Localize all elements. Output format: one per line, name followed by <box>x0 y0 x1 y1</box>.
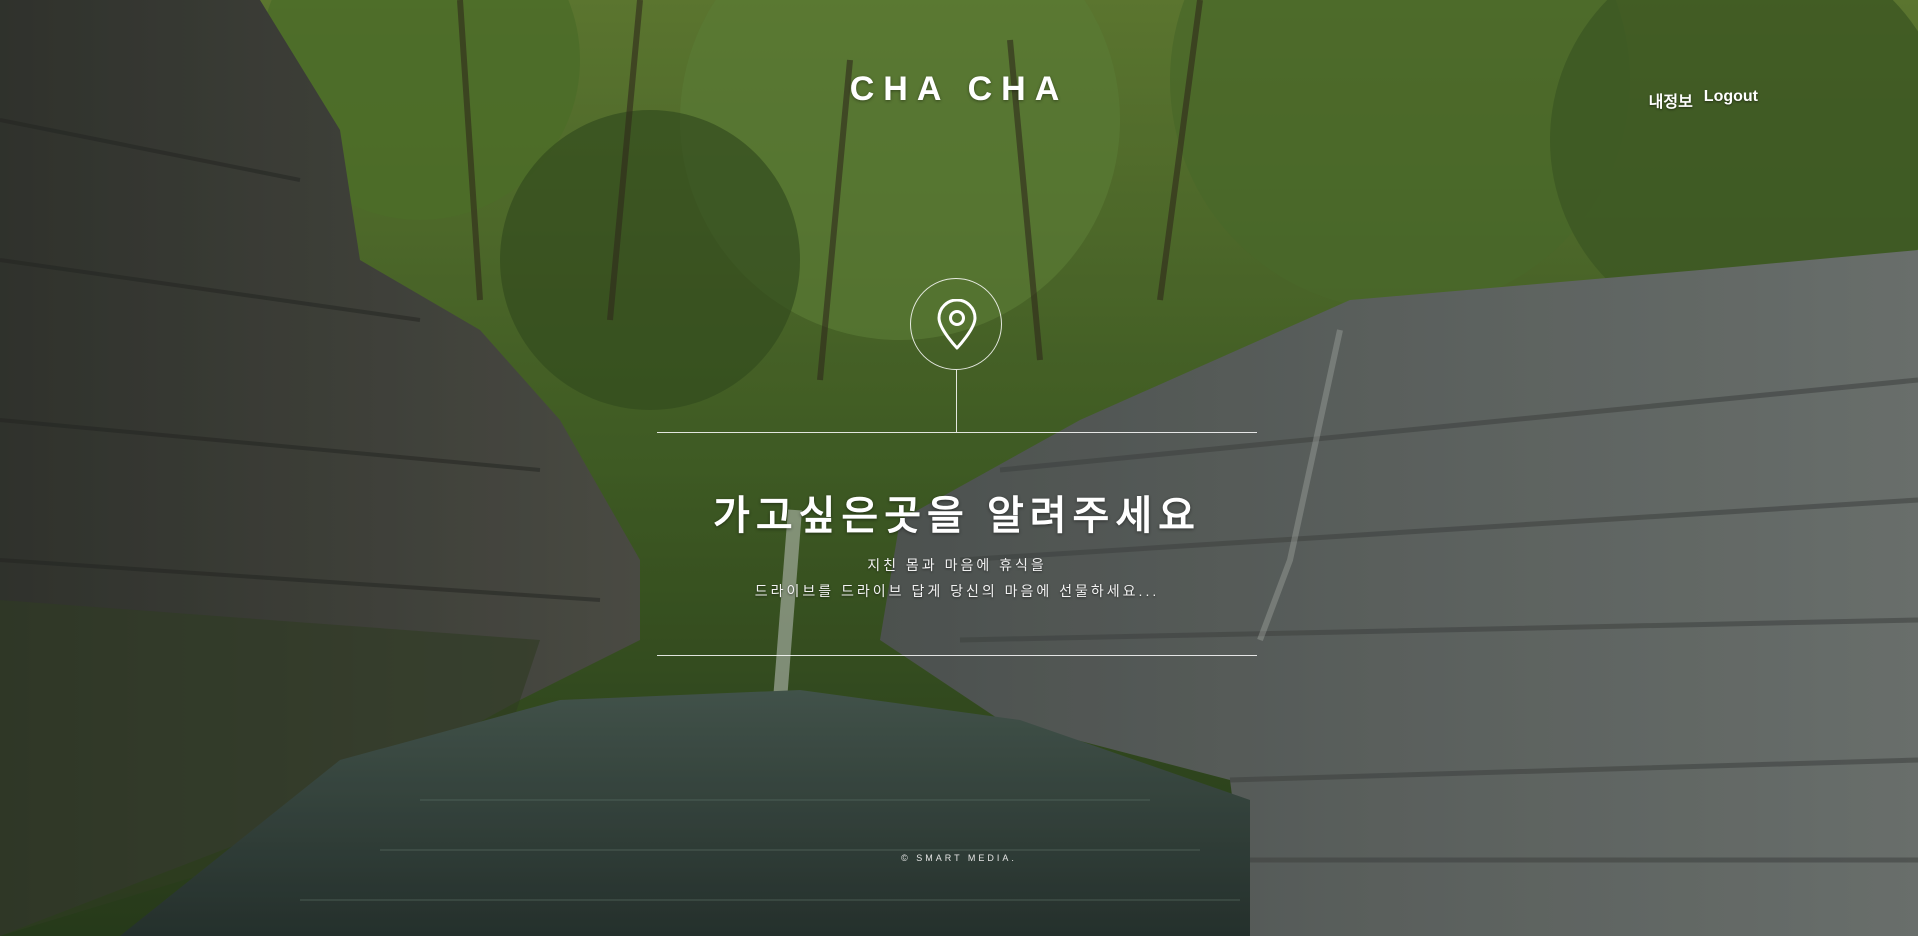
location-pin-badge <box>910 278 1002 370</box>
footer-copyright: © SMART MEDIA. <box>901 853 1017 863</box>
divider-bottom <box>657 655 1257 656</box>
hero-subtitle: 지친 몸과 마음에 휴식을 드라이브를 드라이브 답게 당신의 마음에 선물하세… <box>657 552 1257 604</box>
top-nav: 내정보 Logout <box>1649 88 1758 112</box>
divider-top <box>657 432 1257 433</box>
location-pin-icon <box>937 299 977 350</box>
connector-line <box>956 370 957 432</box>
my-info-link[interactable]: 내정보 <box>1649 88 1693 112</box>
brand-logo[interactable]: CHA CHA <box>0 70 1918 109</box>
hero-subtitle-line1: 지친 몸과 마음에 휴식을 <box>867 557 1047 573</box>
logout-link[interactable]: Logout <box>1704 88 1758 112</box>
hero-title: 가고싶은곳을 알려주세요 <box>713 494 1201 538</box>
hero-section: 가고싶은곳을 알려주세요 지친 몸과 마음에 휴식을 드라이브를 드라이브 답게… <box>657 278 1257 658</box>
hero-subtitle-line2: 드라이브를 드라이브 답게 당신의 마음에 선물하세요... <box>754 583 1160 599</box>
